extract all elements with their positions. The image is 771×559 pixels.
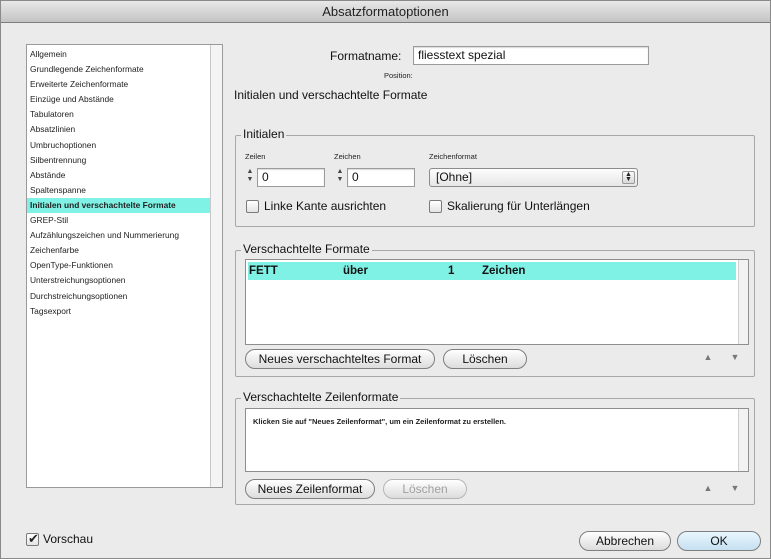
- zeichenformat-value: [Ohne]: [436, 170, 473, 184]
- zeichen-field[interactable]: 0: [347, 168, 415, 187]
- select-arrows-icon: ▲ ▼: [622, 171, 635, 184]
- nested-line-styles-title: Verschachtelte Zeilenformate: [241, 390, 401, 404]
- nested-line-styles-scrollbar[interactable]: [738, 409, 748, 471]
- sidebar-item[interactable]: Tabulatoren: [27, 107, 212, 122]
- sidebar-item[interactable]: Allgemein: [27, 47, 212, 62]
- zeilen-stepper[interactable]: ▲ ▼: [245, 168, 255, 185]
- sidebar-item[interactable]: Spaltenspanne: [27, 183, 212, 198]
- zeilen-label: Zeilen: [245, 152, 266, 161]
- sidebar-item[interactable]: Initialen und verschachtelte Formate: [27, 197, 212, 214]
- delete-nested-style-button[interactable]: Löschen: [443, 349, 527, 369]
- nested-style-count[interactable]: 1: [448, 262, 454, 280]
- window-title: Absatzformatoptionen: [1, 1, 770, 23]
- down-arrow-icon[interactable]: ▼: [728, 482, 742, 494]
- linke-kante-checkbox[interactable]: [246, 200, 259, 213]
- sidebar-item[interactable]: Durchstreichungsoptionen: [27, 289, 212, 304]
- zeilen-field[interactable]: 0: [257, 168, 325, 187]
- sidebar-item[interactable]: Silbentrennung: [27, 153, 212, 168]
- preview-checkbox[interactable]: [26, 531, 39, 547]
- ok-button[interactable]: OK: [677, 531, 761, 551]
- position-label: Position:: [384, 71, 413, 80]
- dialog-window: Absatzformatoptionen Allgemein Grundlegen…: [0, 0, 771, 559]
- sidebar-item[interactable]: Einzüge und Abstände: [27, 92, 212, 107]
- initialen-title: Initialen: [241, 127, 287, 141]
- up-arrow-icon[interactable]: ▲: [701, 351, 715, 363]
- sidebar-item[interactable]: OpenType-Funktionen: [27, 258, 212, 273]
- sidebar-item[interactable]: Absatzlinien: [27, 122, 212, 137]
- nested-styles-list[interactable]: FETT über 1 Zeichen: [245, 259, 749, 345]
- section-title: Initialen und verschachtelte Formate: [234, 88, 428, 102]
- skalierung-checkbox[interactable]: [429, 200, 442, 213]
- nested-line-styles-hint: Klicken Sie auf "Neues Zeilenformat", um…: [253, 417, 507, 426]
- sidebar-item[interactable]: Tagsexport: [27, 304, 212, 319]
- cancel-button[interactable]: Abbrechen: [579, 531, 671, 551]
- formatname-field[interactable]: fliesstext spezial: [413, 46, 649, 65]
- zeichenformat-label: Zeichenformat: [429, 152, 477, 161]
- zeichen-label: Zeichen: [334, 152, 361, 161]
- nested-style-row[interactable]: FETT über 1 Zeichen: [248, 262, 736, 280]
- zeichen-stepper[interactable]: ▲ ▼: [335, 168, 345, 185]
- nested-line-styles-list[interactable]: Klicken Sie auf "Neues Zeilenformat", um…: [245, 408, 749, 472]
- down-arrow-icon[interactable]: ▼: [728, 351, 742, 363]
- sidebar-item[interactable]: Umbruchoptionen: [27, 138, 212, 153]
- category-scrollbar[interactable]: [210, 45, 222, 487]
- nested-style-unit[interactable]: Zeichen: [482, 262, 525, 280]
- skalierung-label: Skalierung für Unterlängen: [447, 199, 590, 213]
- sidebar-item[interactable]: Aufzählungszeichen und Nummerierung: [27, 228, 212, 243]
- category-items: Allgemein Grundlegende Zeichenformate Erwe…: [27, 47, 212, 319]
- zeichenformat-select[interactable]: [Ohne] ▲ ▼: [429, 168, 638, 187]
- category-list[interactable]: Allgemein Grundlegende Zeichenformate Erwe…: [26, 44, 223, 488]
- formatname-label: Formatname:: [330, 49, 402, 63]
- sidebar-item[interactable]: Zeichenfarbe: [27, 243, 212, 258]
- sidebar-item[interactable]: Unterstreichungsoptionen: [27, 273, 212, 288]
- linke-kante-label: Linke Kante ausrichten: [264, 199, 387, 213]
- sidebar-item[interactable]: GREP-Stil: [27, 213, 212, 228]
- nested-style-mode[interactable]: über: [343, 262, 368, 280]
- nested-styles-title: Verschachtelte Formate: [241, 242, 372, 256]
- new-line-style-button[interactable]: Neues Zeilenformat: [245, 479, 375, 499]
- sidebar-item[interactable]: Grundlegende Zeichenformate: [27, 62, 212, 77]
- delete-line-style-button[interactable]: Löschen: [383, 479, 467, 499]
- preview-label: Vorschau: [43, 532, 94, 546]
- nested-style-format[interactable]: FETT: [249, 262, 278, 280]
- new-nested-style-button[interactable]: Neues verschachteltes Format: [245, 349, 435, 369]
- nested-styles-scrollbar[interactable]: [738, 260, 748, 344]
- sidebar-item[interactable]: Erweiterte Zeichenformate: [27, 77, 212, 92]
- up-arrow-icon[interactable]: ▲: [701, 482, 715, 494]
- sidebar-item[interactable]: Abstände: [27, 168, 212, 183]
